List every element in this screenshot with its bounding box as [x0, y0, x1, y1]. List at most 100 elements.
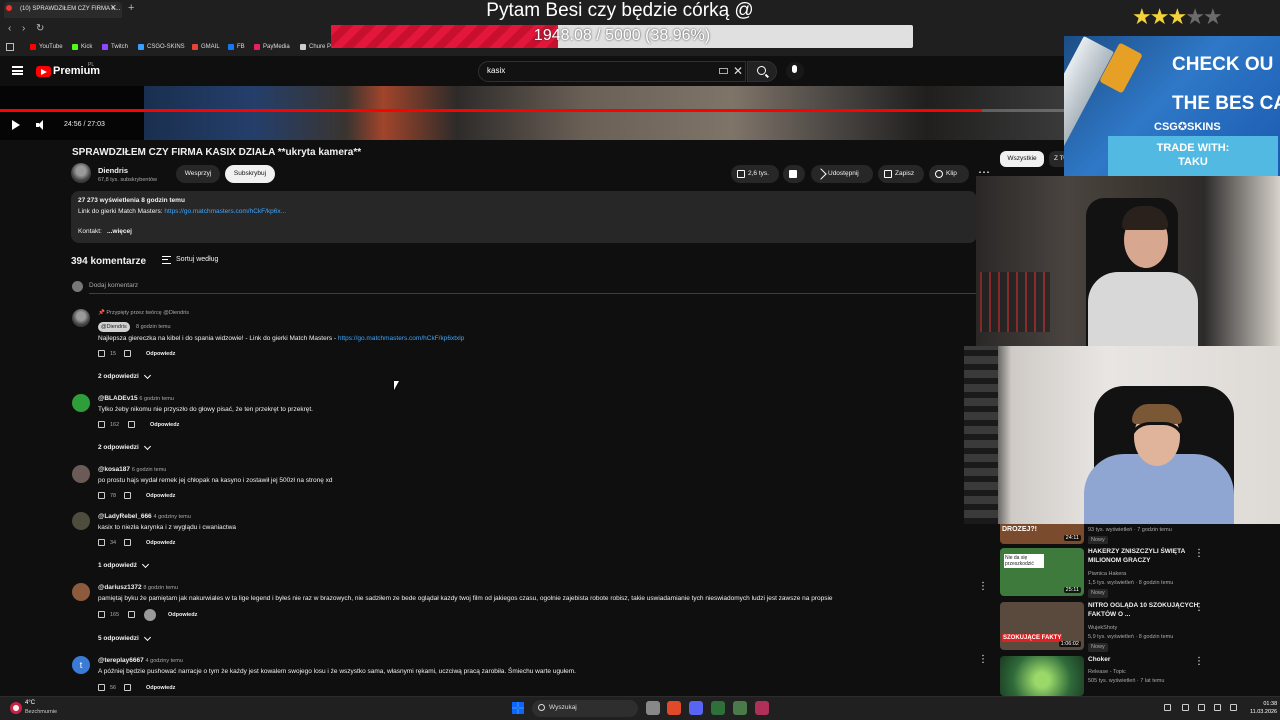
sort-icon[interactable]: [162, 256, 171, 264]
app-icon[interactable]: [733, 701, 747, 715]
bookmark-kick[interactable]: Kick: [72, 44, 92, 50]
volume-tray-icon[interactable]: [1198, 704, 1205, 711]
comment-author[interactable]: @LadyRebel_666 4 godziny temu: [98, 513, 191, 520]
reply-button[interactable]: Odpowiedz: [146, 540, 175, 546]
video-frame[interactable]: [144, 86, 1064, 140]
chevron-down-icon[interactable]: [143, 371, 152, 380]
show-more-button[interactable]: ...więcej: [107, 228, 132, 235]
play-icon[interactable]: [12, 120, 20, 130]
comment-author[interactable]: @BLADEv15 6 godzin temu: [98, 395, 174, 402]
description-box[interactable]: 27 273 wyświetlenia 8 godzin temu Link d…: [71, 191, 977, 243]
notifications-icon[interactable]: [1230, 704, 1237, 711]
excel-icon[interactable]: [711, 701, 725, 715]
reply-button[interactable]: Odpowiedz: [146, 351, 175, 357]
dislike-icon[interactable]: [124, 539, 131, 546]
video-player[interactable]: [0, 86, 1065, 140]
replies-toggle[interactable]: 5 odpowiedzi: [98, 635, 139, 642]
reply-button[interactable]: Odpowiedz: [146, 493, 175, 499]
dislike-button[interactable]: [783, 165, 805, 183]
chevron-down-icon[interactable]: [143, 633, 152, 642]
add-comment-input[interactable]: Dodaj komentarz: [89, 282, 138, 289]
chevron-down-icon[interactable]: [143, 442, 152, 451]
clear-search-icon[interactable]: ✕: [733, 64, 743, 78]
microphone-icon[interactable]: [786, 62, 804, 80]
dislike-icon[interactable]: [124, 684, 131, 691]
reload-icon[interactable]: ↻: [36, 23, 44, 34]
streaming-app-icon[interactable]: [755, 701, 769, 715]
comment-avatar[interactable]: t: [72, 656, 90, 674]
recommendation-thumbnail[interactable]: Nie da się przeszkodzić 25:11: [1000, 548, 1084, 596]
recommendation-channel[interactable]: WujekShoty: [1088, 625, 1117, 631]
recommendation-item[interactable]: Choker Release - Topic 505 tys. wyświetl…: [1000, 656, 1270, 696]
comment-avatar[interactable]: [72, 309, 90, 327]
search-input[interactable]: [487, 66, 707, 75]
recommendation-item[interactable]: Nie da się przeszkodzić 25:11 HAKERZY ZN…: [1000, 548, 1270, 598]
comment-avatar[interactable]: [72, 465, 90, 483]
support-button[interactable]: Wesprzyj: [176, 165, 220, 183]
search-button[interactable]: [747, 61, 777, 82]
recommendation-channel[interactable]: Release - Topic: [1088, 669, 1126, 675]
comment-author[interactable]: @kosa187 6 godzin temu: [98, 466, 166, 473]
recommendation-menu-icon[interactable]: ⋮: [1194, 548, 1204, 559]
dislike-icon[interactable]: [128, 611, 135, 618]
recommendation-title[interactable]: HAKERZY ZNISZCZYLI ŚWIĘTA MILIONOM GRACZ…: [1088, 548, 1200, 565]
replies-toggle[interactable]: 2 odpowiedzi: [98, 444, 139, 451]
like-icon[interactable]: [98, 492, 105, 499]
sort-button[interactable]: Sortuj według: [176, 256, 218, 263]
apps-grid-icon[interactable]: [6, 43, 14, 51]
windows-start-icon[interactable]: [512, 702, 524, 714]
system-clock[interactable]: 01:38 11.03.2026: [1250, 700, 1277, 716]
recommendation-menu-icon[interactable]: ⋮: [1194, 656, 1204, 667]
description-link[interactable]: https://go.matchmasters.com/hCkF/kp6x...: [164, 208, 286, 215]
chip-all[interactable]: Wszystkie: [1000, 151, 1044, 167]
reply-button[interactable]: Odpowiedz: [150, 422, 179, 428]
reply-button[interactable]: Odpowiedz: [168, 612, 197, 618]
comment-author[interactable]: @dariusz1372 8 godzin temu: [98, 584, 178, 591]
file-explorer-icon[interactable]: [646, 701, 660, 715]
comment-author[interactable]: @tereplay6667 4 godziny temu: [98, 657, 183, 664]
dislike-icon[interactable]: [124, 350, 131, 357]
like-icon[interactable]: [98, 421, 105, 428]
weather-temperature[interactable]: 4°C: [25, 700, 35, 706]
battery-icon[interactable]: [1214, 704, 1221, 711]
brave-browser-icon[interactable]: [667, 701, 681, 715]
dislike-icon[interactable]: [124, 492, 131, 499]
youtube-logo-icon[interactable]: [36, 66, 51, 77]
volume-icon[interactable]: [36, 120, 48, 130]
hamburger-menu-icon[interactable]: [12, 66, 23, 75]
channel-avatar[interactable]: [71, 163, 91, 183]
taskbar-search[interactable]: Wyszukaj: [532, 700, 638, 717]
like-icon[interactable]: [98, 684, 105, 691]
new-tab-icon[interactable]: +: [128, 2, 134, 14]
recommendation-menu-icon[interactable]: ⋮: [1194, 602, 1204, 613]
forward-icon[interactable]: ›: [22, 23, 25, 34]
reply-button[interactable]: Odpowiedz: [146, 685, 175, 691]
weather-icon[interactable]: [10, 702, 22, 714]
channel-name[interactable]: Diendris: [98, 166, 128, 175]
comment-avatar[interactable]: [72, 512, 90, 530]
like-icon[interactable]: [98, 350, 105, 357]
comment-link[interactable]: https://go.matchmasters.com/hCkF/kp6xtxl…: [338, 335, 464, 342]
bookmark-youtube[interactable]: YouTube: [30, 44, 63, 50]
comment-menu-icon[interactable]: ⋮: [978, 654, 988, 665]
tab-close-icon[interactable]: ✕: [110, 3, 117, 12]
bookmark-csgo-skins[interactable]: CSGO-SKINS: [138, 44, 185, 50]
subscribe-button[interactable]: Subskrybuj: [225, 165, 275, 183]
recommendation-title[interactable]: Choker: [1088, 656, 1200, 665]
bookmark-paymedia[interactable]: PayMedia: [254, 44, 290, 50]
recommendation-item[interactable]: DROZEJ?! 24:11 93 tys. wyświetleń · 7 go…: [1000, 524, 1270, 544]
replies-toggle[interactable]: 2 odpowiedzi: [98, 373, 139, 380]
tray-chevron-icon[interactable]: [1164, 704, 1171, 711]
recommendation-thumbnail[interactable]: SZOKUJĄCE FAKTY 1:06:02: [1000, 602, 1084, 650]
comment-avatar[interactable]: [72, 394, 90, 412]
network-icon[interactable]: [1182, 704, 1189, 711]
save-button[interactable]: Zapisz: [878, 165, 924, 183]
replies-toggle[interactable]: 1 odpowiedź: [98, 562, 137, 569]
discord-icon[interactable]: [689, 701, 703, 715]
clip-button[interactable]: Klip: [929, 165, 969, 183]
weather-description[interactable]: Bezchmurnie: [25, 709, 57, 715]
recommendation-item[interactable]: SZOKUJĄCE FAKTY 1:06:02 NITRO OGLĄDA 10 …: [1000, 602, 1270, 652]
bookmark-gmail[interactable]: GMAIL: [192, 44, 220, 50]
recommendation-thumbnail[interactable]: [1000, 656, 1084, 696]
comment-menu-icon[interactable]: ⋮: [978, 581, 988, 592]
